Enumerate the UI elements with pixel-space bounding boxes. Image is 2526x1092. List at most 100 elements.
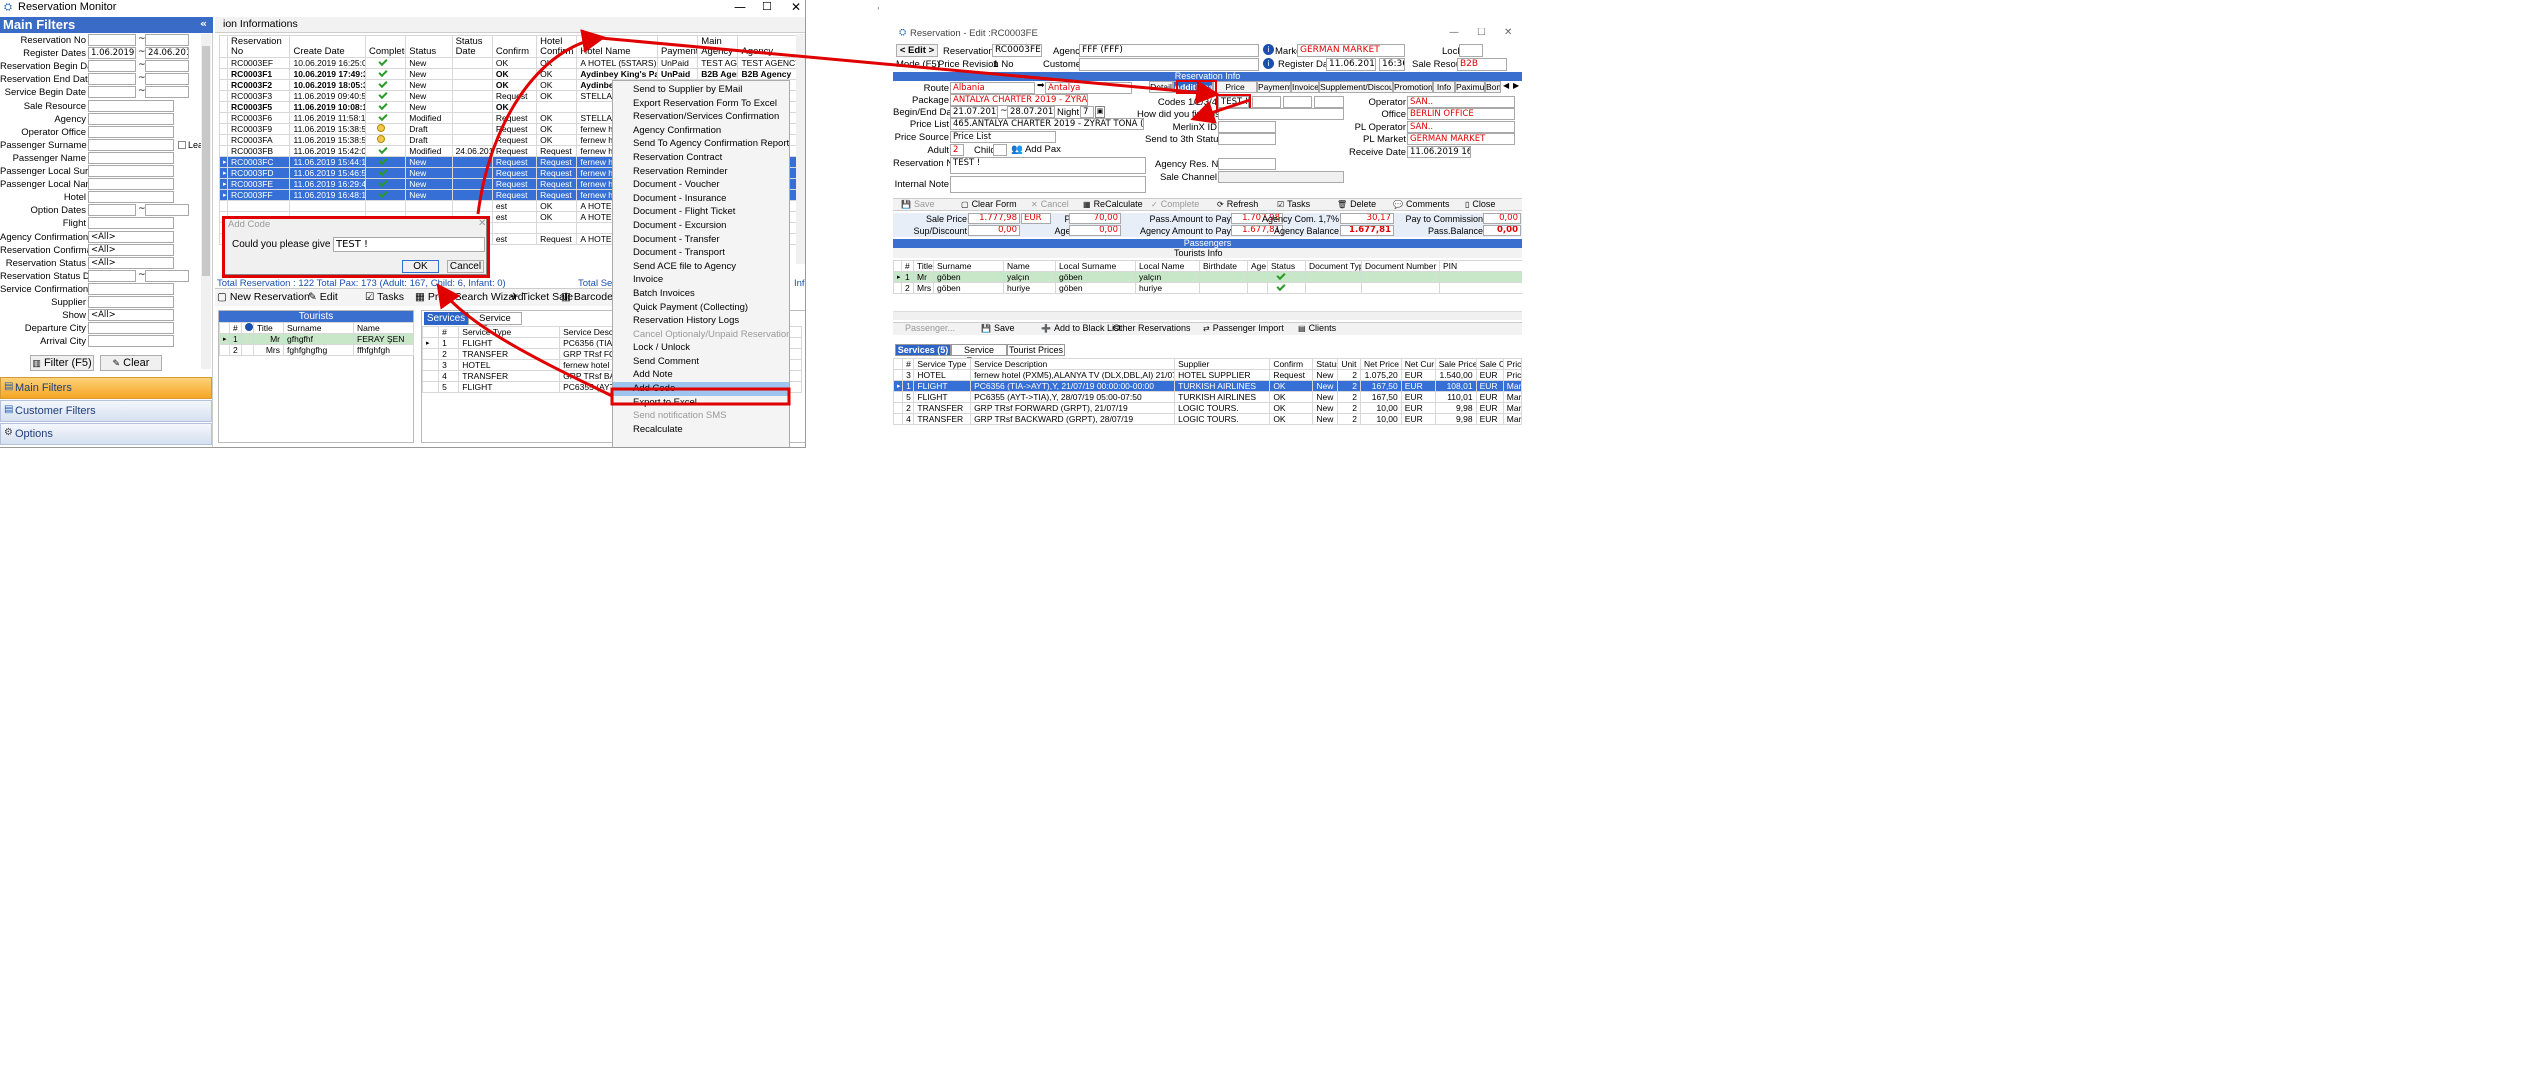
end-date-field[interactable]: 28.07.2019 <box>1007 106 1055 118</box>
table-row[interactable]: RC0003F1 10.06.2019 17:49:3 New OK OK Aydinbe… <box>218 68 799 80</box>
context-menu-item[interactable]: Quick Payment (Collecting) <box>613 301 789 315</box>
column-header[interactable]: Unit <box>1337 358 1361 370</box>
tab-tourist-prices[interactable]: Tourist Prices <box>1007 344 1065 356</box>
filter-input[interactable] <box>88 138 174 151</box>
table-row[interactable]: ▸ 1 Mr göben yalçın göben yalçın <box>893 271 1522 283</box>
filter-input[interactable] <box>88 73 136 86</box>
filter-input[interactable] <box>88 282 174 295</box>
filter-input[interactable] <box>145 34 189 46</box>
filter-input[interactable] <box>145 60 189 73</box>
how-field[interactable] <box>1218 108 1344 120</box>
code3-field[interactable] <box>1283 96 1312 108</box>
context-menu-item[interactable]: Export Reservation Form To Excel <box>613 97 789 111</box>
clients-button[interactable]: ▤ Clients <box>1298 323 1336 333</box>
add-pax-button[interactable]: 👥 Add Pax <box>1011 144 1061 155</box>
office-field[interactable]: BERLIN OFFICE <box>1407 108 1515 120</box>
context-menu-item[interactable]: Document - Transfer <box>613 233 789 247</box>
info-icon[interactable]: i <box>1263 44 1274 55</box>
lock-field[interactable] <box>1459 44 1483 57</box>
tabs-scroll-left[interactable]: ◀ <box>1503 81 1509 90</box>
tab-price-details[interactable]: Price Details <box>1213 81 1257 93</box>
column-header[interactable]: PIN <box>1439 260 1522 272</box>
add-to-black-list-button[interactable]: ➕ Add to Black List <box>1041 323 1121 333</box>
filter-input[interactable] <box>88 99 174 112</box>
column-header[interactable]: Net Cur <box>1400 358 1436 370</box>
column-header[interactable]: Title <box>913 260 934 272</box>
filter-scrollbar[interactable] <box>201 34 211 369</box>
context-menu-item[interactable]: Send to Supplier by EMail <box>613 83 789 97</box>
table-row[interactable]: 4TRANSFERGRP TRsf BACKWARD (GRPT), 28/07… <box>893 413 1522 425</box>
market-field[interactable]: GERMAN MARKET <box>1297 44 1405 57</box>
filter-input[interactable] <box>88 60 136 73</box>
column-header[interactable]: Service Type <box>458 326 561 338</box>
context-menu-item[interactable]: Invoice <box>613 273 789 287</box>
filter-input[interactable] <box>88 165 174 177</box>
tab-invoice[interactable]: Invoice <box>1291 81 1319 93</box>
filter-input[interactable] <box>88 296 174 308</box>
filter-input[interactable] <box>88 178 174 191</box>
customer-info-icon[interactable]: i <box>1263 58 1274 69</box>
filter-input[interactable] <box>88 335 174 348</box>
clear-button[interactable]: ✎ Clear <box>100 355 162 371</box>
filter-input[interactable] <box>88 217 174 230</box>
column-header[interactable]: Create Date <box>289 35 366 58</box>
column-header[interactable]: Sale Price <box>1434 358 1477 370</box>
clear-form-button[interactable]: ▢ Clear Form <box>961 199 1017 209</box>
column-header[interactable]: # <box>438 326 460 338</box>
nav-main-filters[interactable]: ▤ Main Filters <box>0 377 212 399</box>
edit-button[interactable]: ✎ Edit <box>308 291 338 303</box>
filter-button[interactable]: ▥ Filter (F5) <box>30 355 94 371</box>
code4-field[interactable] <box>1314 96 1344 108</box>
res-no-field[interactable]: RC0003FE <box>992 44 1042 57</box>
salech-field[interactable] <box>1218 171 1344 183</box>
context-menu-item[interactable]: Reservation/Services Confirmation <box>613 110 789 124</box>
save-button[interactable]: 💾 Save <box>981 323 1014 333</box>
right-minimize-icon[interactable]: — <box>1449 28 1459 38</box>
table-row[interactable]: 2 Mrs göben huriye göben huriye <box>893 282 1522 294</box>
context-menu-item[interactable]: Agency Confirmation <box>613 124 789 138</box>
column-header[interactable]: Service Type <box>913 358 972 370</box>
passenger-import-button[interactable]: ⇄ Passenger Import <box>1203 323 1284 333</box>
column-header[interactable]: Surname <box>933 260 1004 272</box>
column-header[interactable]: Hotel Confirm <box>536 35 578 58</box>
column-header[interactable]: # <box>902 358 915 370</box>
agency-field[interactable]: FFF (FFF) <box>1079 44 1259 57</box>
filter-input[interactable] <box>88 322 174 335</box>
column-header[interactable]: Service Description <box>970 358 1176 370</box>
edit-mode-button[interactable]: < Edit > <box>896 44 938 57</box>
filter-input[interactable] <box>145 269 189 282</box>
merlin-field[interactable] <box>1218 121 1276 133</box>
table-row[interactable]: 2 Mrs fghfghgfhg ffhfghfgh <box>219 344 414 356</box>
tab-payments[interactable]: Payments <box>1257 81 1291 93</box>
pricesource-field[interactable]: Price List <box>950 131 1056 143</box>
filter-input[interactable] <box>88 191 174 204</box>
plop-field[interactable]: SAN.. <box>1407 121 1515 133</box>
column-header[interactable]: Main Agency <box>697 35 739 58</box>
column-header[interactable]: # <box>901 260 914 272</box>
save-button[interactable]: 💾 Save <box>901 199 934 209</box>
pax-hscroll[interactable] <box>893 311 1522 320</box>
tab-detail[interactable]: Detail <box>1149 81 1173 93</box>
operator-field[interactable]: SAN.. <box>1407 96 1515 108</box>
package-field[interactable]: ANTALYA CHARTER 2019 - ZYRAT TONA <box>950 94 1088 106</box>
filter-input[interactable]: <All> <box>88 256 174 269</box>
grid-vscroll[interactable] <box>796 34 805 264</box>
context-menu-item[interactable]: Document - Transport <box>613 246 789 260</box>
collapse-icon[interactable]: « <box>200 17 207 30</box>
column-header[interactable]: Status Date <box>451 35 493 58</box>
column-header[interactable]: Complete <box>364 35 407 58</box>
tab-services-5-[interactable]: Services (5) <box>895 344 951 356</box>
filter-input[interactable] <box>88 112 174 125</box>
right-close-icon[interactable]: ✕ <box>1504 28 1512 38</box>
filter-input[interactable] <box>88 125 174 138</box>
night-button[interactable]: ▣ <box>1095 106 1105 118</box>
tab-promotions[interactable]: Promotions <box>1393 81 1433 93</box>
agencyres-field[interactable] <box>1218 158 1276 170</box>
context-menu-item[interactable]: Send ACE file to Agency <box>613 260 789 274</box>
begin-date-field[interactable]: 21.07.2019 <box>950 106 998 118</box>
passengers-grid[interactable]: # Title Surname Name Local Surname Local Name… <box>893 260 1522 294</box>
context-menu-item[interactable]: Reservation History Logs <box>613 314 789 328</box>
price-search-button[interactable]: ▦ Price Search Wizard <box>415 291 524 303</box>
tasks-button[interactable]: ☑ Tasks <box>1277 199 1310 209</box>
column-header[interactable]: Agency <box>737 35 799 58</box>
